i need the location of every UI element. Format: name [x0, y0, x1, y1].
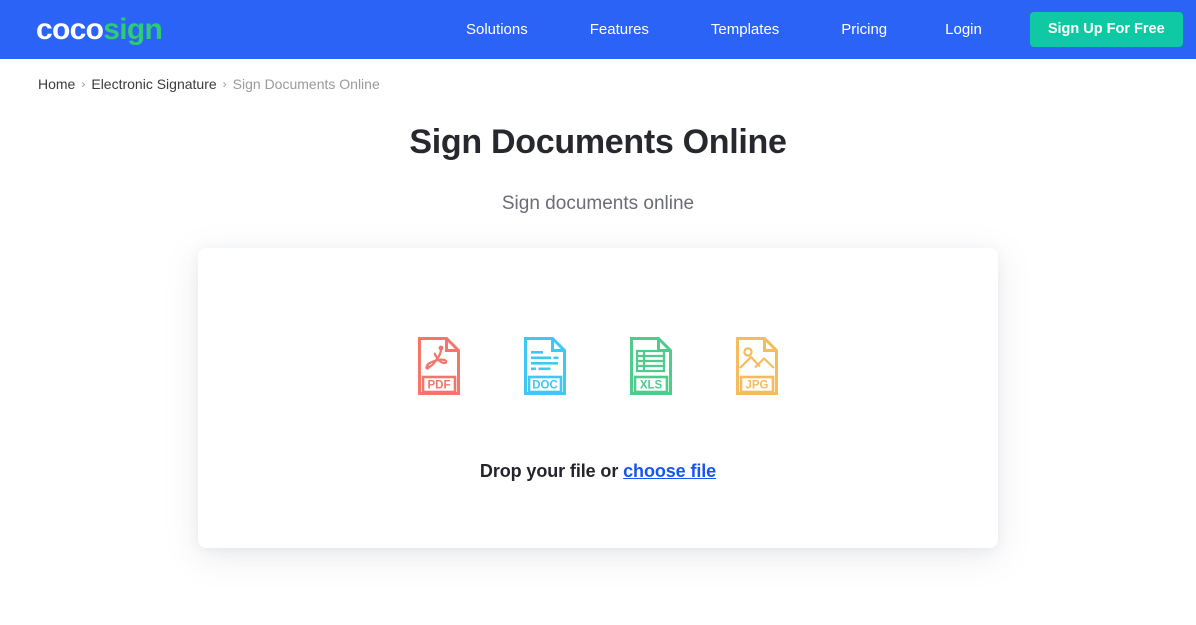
drop-file-instructions: Drop your file or choose file — [480, 461, 716, 482]
svg-text:DOC: DOC — [532, 379, 558, 391]
page-subtitle: Sign documents online — [501, 193, 695, 214]
hero-section: Sign Documents Online Sign documents onl… — [0, 123, 1196, 215]
file-drop-card[interactable]: PDF DOC XLS JPG Drop your file or choose… — [198, 248, 998, 548]
breadcrumb-separator-icon: › — [222, 77, 227, 91]
sign-up-for-free-button[interactable]: Sign Up For Free — [1029, 12, 1183, 47]
xls-file-icon[interactable]: XLS — [629, 336, 673, 396]
logo-text-primary: coco — [36, 12, 104, 46]
breadcrumb-separator-icon: › — [81, 77, 86, 91]
nav-item-features[interactable]: Features — [590, 15, 649, 44]
logo-text-accent: sign — [103, 12, 163, 46]
breadcrumb-item-home[interactable]: Home — [38, 76, 75, 92]
jpg-file-icon[interactable]: JPG — [735, 336, 779, 396]
nav-item-pricing[interactable]: Pricing — [841, 15, 887, 44]
page-title: Sign Documents Online — [409, 123, 787, 161]
svg-text:PDF: PDF — [428, 379, 451, 391]
nav-item-templates[interactable]: Templates — [711, 15, 779, 44]
nav-item-solutions[interactable]: Solutions — [466, 15, 528, 44]
breadcrumb: Home › Electronic Signature › Sign Docum… — [38, 76, 1196, 92]
choose-file-link[interactable]: choose file — [623, 461, 716, 481]
doc-file-icon[interactable]: DOC — [523, 336, 567, 396]
logo[interactable]: cocosign — [36, 12, 163, 46]
breadcrumb-item-electronic-signature[interactable]: Electronic Signature — [91, 76, 216, 92]
site-header: cocosign Solutions Features Templates Pr… — [0, 0, 1196, 59]
nav-item-login[interactable]: Login — [945, 15, 982, 44]
main-navigation: Solutions Features Templates Pricing Log… — [466, 0, 1183, 59]
svg-text:XLS: XLS — [640, 379, 663, 391]
pdf-file-icon[interactable]: PDF — [417, 336, 461, 396]
supported-file-types: PDF DOC XLS JPG — [417, 336, 779, 396]
drop-file-label: Drop your file or — [479, 461, 624, 481]
breadcrumb-item-current: Sign Documents Online — [232, 76, 380, 92]
svg-text:JPG: JPG — [745, 379, 768, 391]
